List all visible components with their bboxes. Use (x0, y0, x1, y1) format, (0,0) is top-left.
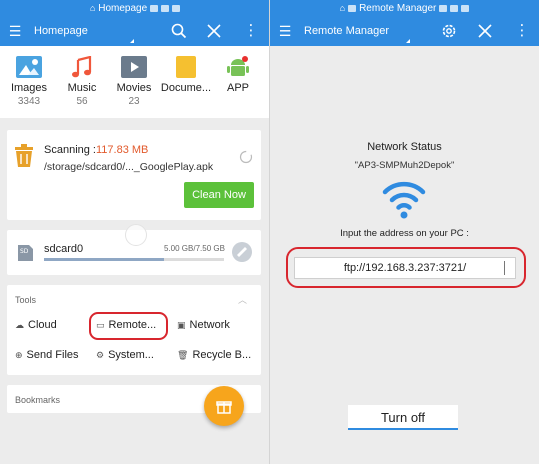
scan-path: /storage/sdcard0/..._GooglePlay.apk (44, 161, 214, 173)
tool-network[interactable]: ▣ Network (177, 319, 230, 331)
clean-storage-icon[interactable] (231, 241, 253, 268)
toolbar-title[interactable]: Remote Manager (304, 25, 389, 37)
settings-icon[interactable] (441, 23, 457, 39)
notification-icon (172, 4, 181, 12)
tool-label: Cloud (28, 319, 57, 331)
dropdown-caret-icon (406, 35, 410, 43)
category-app[interactable]: APP (212, 56, 264, 96)
category-count: 56 (76, 96, 88, 107)
toolbar: ☰ Homepage ⋮ (0, 16, 270, 46)
system-icon: ⚙ (96, 349, 105, 360)
tool-system-manager[interactable]: ⚙ System... (96, 349, 154, 361)
tool-label: Send Files (26, 349, 79, 361)
dropdown-caret-icon (130, 35, 134, 43)
notification-icon (439, 4, 448, 12)
network-icon: ▣ (177, 319, 186, 330)
menu-icon[interactable]: ☰ (270, 23, 300, 40)
status-bar: ⌂ Homepage (0, 0, 270, 16)
category-movies[interactable]: Movies 23 (108, 56, 160, 107)
notification-icon (150, 4, 159, 12)
svg-text:SD: SD (20, 248, 29, 255)
toolbar: ☰ Remote Manager ⋮ (270, 16, 539, 46)
movies-icon (121, 56, 147, 78)
category-count: 3343 (17, 96, 41, 107)
category-label: Movies (116, 82, 152, 94)
send-files-icon: ⊕ (15, 349, 23, 360)
notification-icon (450, 4, 459, 12)
trash-icon (13, 144, 35, 173)
android-icon (225, 56, 251, 78)
touch-indicator (125, 224, 147, 246)
scan-card: Scanning :117.83 MB /storage/sdcard0/...… (7, 130, 261, 220)
remote-status-icon (348, 4, 357, 12)
close-icon[interactable] (477, 23, 493, 39)
category-music[interactable]: Music 56 (56, 55, 108, 107)
address-label: Input the address on your PC : (340, 228, 469, 239)
scan-status: Scanning :117.83 MB (44, 144, 148, 156)
tool-send-files[interactable]: ⊕ Send Files (15, 349, 79, 361)
category-label: Music (67, 82, 97, 94)
recycle-bin-icon: 🗑 (177, 349, 189, 360)
close-icon[interactable] (206, 23, 222, 39)
tool-label: System... (108, 349, 154, 361)
music-icon (69, 55, 95, 78)
notification-icon (161, 4, 170, 12)
menu-icon[interactable]: ☰ (0, 23, 30, 40)
category-documents[interactable]: Docume... (160, 56, 212, 96)
bookmarks-title: Bookmarks (15, 395, 61, 405)
collapse-icon[interactable]: ︿ (238, 293, 247, 306)
search-icon[interactable] (171, 23, 187, 39)
storage-usage-fill (44, 258, 164, 261)
tools-title: Tools (15, 295, 37, 305)
scan-prefix: Scanning : (44, 144, 96, 156)
category-label: Docume... (160, 82, 212, 94)
loading-spinner-icon (239, 150, 253, 169)
storage-card[interactable]: SD sdcard0 5.00 GB/7.50 GB (7, 224, 261, 275)
storage-size: 5.00 GB/7.50 GB (164, 244, 225, 253)
cloud-icon: ☁ (15, 319, 24, 330)
scan-size: 117.83 MB (95, 144, 149, 156)
tool-cloud[interactable]: ☁ Cloud (15, 319, 57, 331)
category-label: APP (226, 82, 249, 94)
toolbar-title[interactable]: Homepage (34, 25, 88, 37)
home-icon: ⌂ (89, 3, 96, 13)
homepage-panel: ⌂ Homepage ☰ Homepage ⋮ Images 3343 Musi… (0, 0, 270, 464)
highlight-outline (89, 312, 168, 340)
network-ssid: "AP3-SMPMuh2Depok" (354, 160, 455, 171)
category-strip: Images 3343 Music 56 Movies 23 Docume... (0, 46, 270, 118)
remote-manager-panel: ⌂ Remote Manager ☰ Remote Manager ⋮ Netw… (270, 0, 539, 464)
document-icon (176, 56, 196, 78)
storage-usage-bar (44, 258, 224, 261)
category-count: 23 (128, 96, 140, 107)
tool-label: Network (189, 319, 230, 331)
network-status-title: Network Status (367, 141, 442, 153)
more-options-icon[interactable]: ⋮ (514, 23, 530, 39)
clean-now-button[interactable]: Clean Now (184, 182, 254, 208)
gift-icon (216, 401, 232, 414)
tool-recycle-bin[interactable]: 🗑 Recycle B... (177, 349, 251, 361)
category-images[interactable]: Images 3343 (3, 56, 55, 107)
storage-name: sdcard0 (44, 243, 84, 255)
category-label: Images (10, 82, 48, 94)
notification-icon (461, 4, 470, 12)
status-title: Homepage (98, 2, 148, 14)
turn-off-button[interactable]: Turn off (348, 405, 458, 430)
wifi-icon (382, 178, 426, 225)
tool-label: Recycle B... (192, 349, 252, 361)
images-icon (16, 56, 42, 78)
highlight-outline (286, 247, 526, 288)
sdcard-icon: SD (15, 243, 35, 268)
status-title: Remote Manager (359, 2, 437, 14)
more-options-icon[interactable]: ⋮ (243, 23, 259, 39)
home-icon: ⌂ (339, 3, 346, 13)
gift-fab-button[interactable] (204, 386, 244, 426)
status-bar: ⌂ Remote Manager (270, 0, 539, 16)
